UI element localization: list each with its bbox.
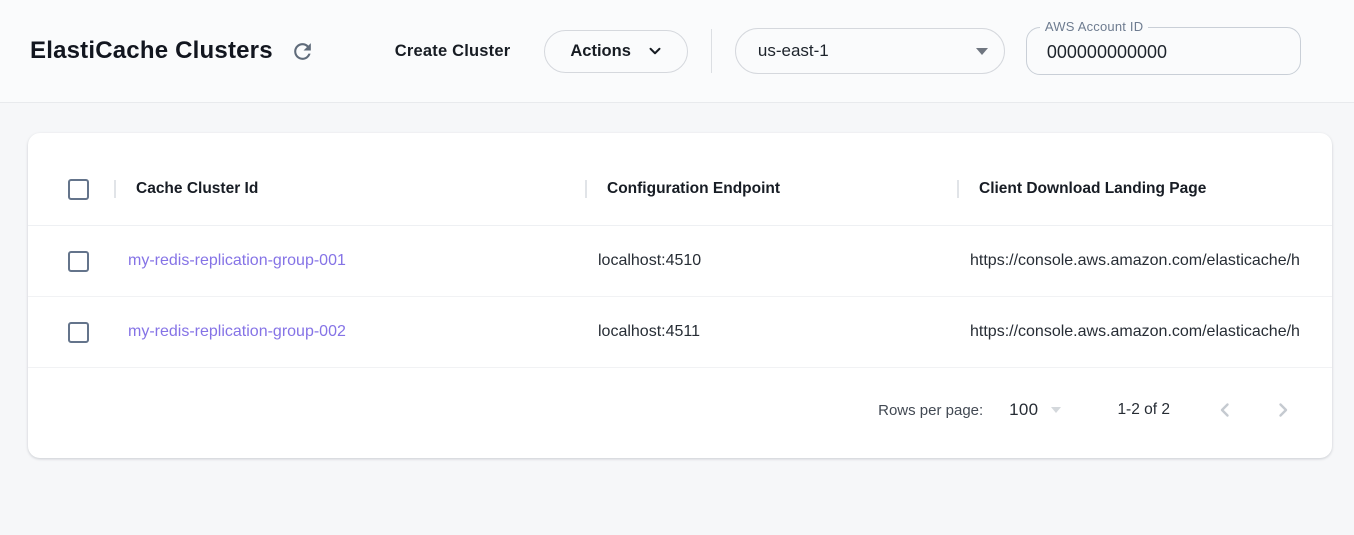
actions-button-label: Actions bbox=[570, 42, 631, 61]
cell-endpoint: localhost:4511 bbox=[585, 323, 957, 341]
cell-cluster-id: my-redis-replication-group-001 bbox=[114, 252, 585, 270]
aws-account-id-field: AWS Account ID bbox=[1026, 27, 1301, 75]
pagination-range-label: 1-2 of 2 bbox=[1117, 401, 1170, 419]
rows-per-page-value: 100 bbox=[1009, 400, 1038, 420]
header-divider bbox=[711, 29, 712, 73]
chevron-left-icon bbox=[1213, 398, 1237, 422]
clusters-table-card: Cache Cluster Id Configuration Endpoint … bbox=[28, 133, 1332, 458]
create-cluster-button[interactable]: Create Cluster bbox=[395, 42, 511, 61]
cell-landing-page: https://console.aws.amazon.com/elasticac… bbox=[957, 323, 1332, 341]
column-header-configuration-endpoint[interactable]: Configuration Endpoint bbox=[585, 180, 957, 198]
caret-down-icon bbox=[1051, 407, 1061, 413]
row-checkbox[interactable] bbox=[68, 322, 89, 343]
column-header-client-download-landing-page[interactable]: Client Download Landing Page bbox=[957, 180, 1332, 198]
aws-account-id-input[interactable] bbox=[1027, 28, 1300, 74]
header-checkbox-cell bbox=[28, 179, 114, 200]
top-header-bar: ElastiCache Clusters Create Cluster Acti… bbox=[0, 0, 1354, 103]
cluster-link[interactable]: my-redis-replication-group-001 bbox=[128, 252, 346, 269]
next-page-button[interactable] bbox=[1270, 397, 1296, 423]
page-title: ElastiCache Clusters bbox=[30, 37, 273, 65]
region-select[interactable]: us-east-1 bbox=[735, 28, 1005, 74]
table-header-row: Cache Cluster Id Configuration Endpoint … bbox=[28, 153, 1332, 226]
refresh-icon bbox=[290, 39, 315, 64]
previous-page-button[interactable] bbox=[1212, 397, 1238, 423]
column-header-cache-cluster-id[interactable]: Cache Cluster Id bbox=[114, 180, 585, 198]
aws-account-id-label: AWS Account ID bbox=[1040, 19, 1148, 34]
row-checkbox-cell bbox=[28, 322, 114, 343]
caret-down-icon bbox=[976, 48, 988, 55]
table-row: my-redis-replication-group-001 localhost… bbox=[28, 226, 1332, 297]
cluster-link[interactable]: my-redis-replication-group-002 bbox=[128, 323, 346, 340]
chevron-right-icon bbox=[1271, 398, 1295, 422]
select-all-checkbox[interactable] bbox=[68, 179, 89, 200]
row-checkbox-cell bbox=[28, 251, 114, 272]
rows-per-page-select[interactable]: 100 bbox=[1009, 400, 1061, 420]
chevron-down-icon bbox=[646, 42, 664, 60]
region-select-value: us-east-1 bbox=[758, 41, 829, 61]
table-row: my-redis-replication-group-002 localhost… bbox=[28, 297, 1332, 368]
refresh-button[interactable] bbox=[289, 37, 317, 65]
cell-landing-page: https://console.aws.amazon.com/elasticac… bbox=[957, 252, 1332, 270]
rows-per-page-label: Rows per page: bbox=[878, 402, 983, 419]
actions-button[interactable]: Actions bbox=[544, 30, 688, 73]
cell-endpoint: localhost:4510 bbox=[585, 252, 957, 270]
cell-cluster-id: my-redis-replication-group-002 bbox=[114, 323, 585, 341]
row-checkbox[interactable] bbox=[68, 251, 89, 272]
table-pagination: Rows per page: 100 1-2 of 2 bbox=[28, 368, 1332, 452]
